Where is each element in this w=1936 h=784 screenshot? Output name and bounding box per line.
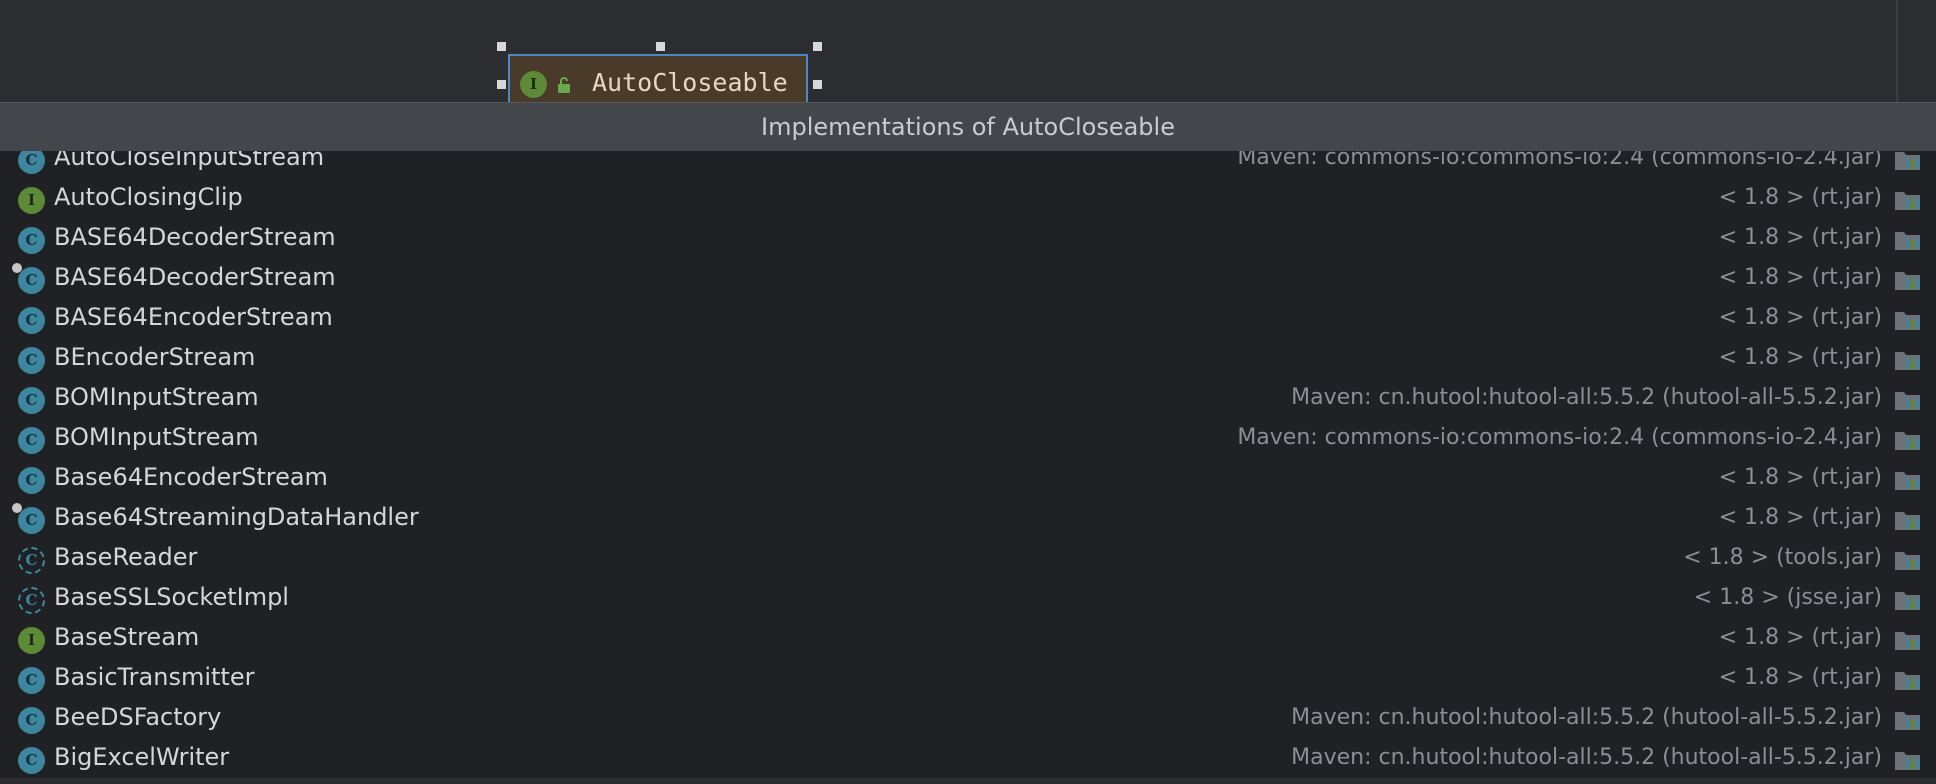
class-icon: C [18, 307, 45, 334]
library-icon [1895, 152, 1920, 170]
list-item[interactable]: C BEncoderStream < 1.8 > (rt.jar) [0, 339, 1936, 379]
library-icon [1895, 432, 1920, 450]
canvas-divider [1896, 0, 1898, 110]
item-name: BasicTransmitter [54, 663, 255, 691]
class-icon: C [12, 503, 45, 534]
pin-icon [12, 503, 22, 513]
list-item[interactable]: C BasicTransmitter < 1.8 > (rt.jar) [0, 659, 1936, 699]
list-item[interactable]: C BASE64EncoderStream < 1.8 > (rt.jar) [0, 299, 1936, 339]
resize-handle[interactable] [656, 42, 665, 51]
resize-handle[interactable] [497, 42, 506, 51]
item-name: BeeDSFactory [54, 703, 222, 731]
popup-title: Implementations of AutoCloseable [0, 103, 1936, 151]
library-icon [1895, 632, 1920, 650]
item-location: < 1.8 > (rt.jar) [1718, 665, 1882, 690]
item-name: BaseStream [54, 623, 200, 651]
list-item[interactable]: C BaseSSLSocketImpl < 1.8 > (jsse.jar) [0, 579, 1936, 619]
class-icon: C [18, 227, 45, 254]
list-item[interactable]: C BASE64DecoderStream < 1.8 > (rt.jar) [0, 219, 1936, 259]
library-icon [1895, 552, 1920, 570]
library-icon [1895, 592, 1920, 610]
list-item[interactable]: C BigExcelWriter Maven: cn.hutool:hutool-a… [0, 739, 1936, 779]
class-icon: C [18, 387, 45, 414]
item-name: Base64EncoderStream [54, 463, 328, 491]
item-name: BASE64DecoderStream [54, 223, 336, 251]
list-item[interactable]: C BaseReader < 1.8 > (tools.jar) [0, 539, 1936, 579]
class-icon: C [18, 707, 45, 734]
item-name: Base64StreamingDataHandler [54, 503, 419, 531]
item-location: Maven: cn.hutool:hutool-all:5.5.2 (hutoo… [1291, 385, 1882, 410]
list-item[interactable]: C Base64EncoderStream < 1.8 > (rt.jar) [0, 459, 1936, 499]
class-icon: C [12, 263, 45, 294]
resize-handle[interactable] [813, 80, 822, 89]
list-item[interactable]: I AutoClosingClip < 1.8 > (rt.jar) [0, 179, 1936, 219]
list-item[interactable]: C Base64StreamingDataHandler < 1.8 > (rt.j… [0, 499, 1936, 539]
list-item[interactable]: C BeeDSFactory Maven: cn.hutool:hutool-all… [0, 699, 1936, 739]
item-name: BEncoderStream [54, 343, 256, 371]
class-icon: C [18, 747, 45, 774]
library-icon [1895, 712, 1920, 730]
library-icon [1895, 472, 1920, 490]
library-icon [1895, 352, 1920, 370]
item-location: < 1.8 > (rt.jar) [1718, 265, 1882, 290]
item-location: < 1.8 > (tools.jar) [1683, 545, 1882, 570]
interface-icon: I [18, 627, 45, 654]
list-item[interactable]: C BOMInputStream Maven: cn.hutool:hutool-a… [0, 379, 1936, 419]
class-icon: C [18, 151, 45, 174]
implementations-popup: Implementations of AutoCloseable C AutoCl… [0, 102, 1936, 779]
item-location: < 1.8 > (rt.jar) [1718, 305, 1882, 330]
item-name: BigExcelWriter [54, 743, 230, 771]
library-icon [1895, 672, 1920, 690]
item-name: BASE64DecoderStream [54, 263, 336, 291]
item-location: < 1.8 > (rt.jar) [1718, 225, 1882, 250]
item-name: AutoClosingClip [54, 183, 243, 211]
implementations-list[interactable]: C AutoCloseInputStream Maven: commons-io:c… [0, 151, 1936, 779]
item-name: BaseSSLSocketImpl [54, 583, 289, 611]
library-icon [1895, 192, 1920, 210]
item-name: BaseReader [54, 543, 198, 571]
class-icon: C [18, 467, 45, 494]
item-name: AutoCloseInputStream [54, 151, 325, 171]
library-icon [1895, 232, 1920, 250]
item-location: Maven: commons-io:commons-io:2.4 (common… [1237, 425, 1882, 450]
list-item[interactable]: I BaseStream < 1.8 > (rt.jar) [0, 619, 1936, 659]
item-location: < 1.8 > (rt.jar) [1718, 185, 1882, 210]
class-icon: C [18, 427, 45, 454]
diagram-node-autocloseable[interactable]: I AutoCloseable [508, 54, 808, 106]
class-icon: C [18, 667, 45, 694]
list-item[interactable]: C AutoCloseInputStream Maven: commons-io:c… [0, 151, 1936, 179]
class-icon: C [18, 347, 45, 374]
item-name: BOMInputStream [54, 423, 259, 451]
resize-handle[interactable] [497, 80, 506, 89]
unlock-icon [558, 77, 570, 93]
abstract-class-icon: C [18, 587, 45, 614]
interface-icon: I [520, 71, 547, 98]
item-location: < 1.8 > (rt.jar) [1718, 625, 1882, 650]
bottom-strip [0, 778, 1936, 784]
item-location: Maven: cn.hutool:hutool-all:5.5.2 (hutoo… [1291, 745, 1882, 770]
item-name: BASE64EncoderStream [54, 303, 333, 331]
pin-icon [12, 263, 22, 273]
library-icon [1895, 752, 1920, 770]
interface-icon: I [18, 187, 45, 214]
list-item[interactable]: C BASE64DecoderStream < 1.8 > (rt.jar) [0, 259, 1936, 299]
abstract-class-icon: C [18, 547, 45, 574]
library-icon [1895, 312, 1920, 330]
resize-handle[interactable] [813, 42, 822, 51]
library-icon [1895, 272, 1920, 290]
item-location: < 1.8 > (rt.jar) [1718, 465, 1882, 490]
item-location: < 1.8 > (rt.jar) [1718, 345, 1882, 370]
item-location: Maven: cn.hutool:hutool-all:5.5.2 (hutoo… [1291, 705, 1882, 730]
item-location: < 1.8 > (rt.jar) [1718, 505, 1882, 530]
library-icon [1895, 512, 1920, 530]
item-location: < 1.8 > (jsse.jar) [1693, 585, 1882, 610]
item-location: Maven: commons-io:commons-io:2.4 (common… [1237, 151, 1882, 170]
library-icon [1895, 392, 1920, 410]
item-name: BOMInputStream [54, 383, 259, 411]
list-item[interactable]: C BOMInputStream Maven: commons-io:commons… [0, 419, 1936, 459]
node-label: AutoCloseable [592, 68, 788, 97]
